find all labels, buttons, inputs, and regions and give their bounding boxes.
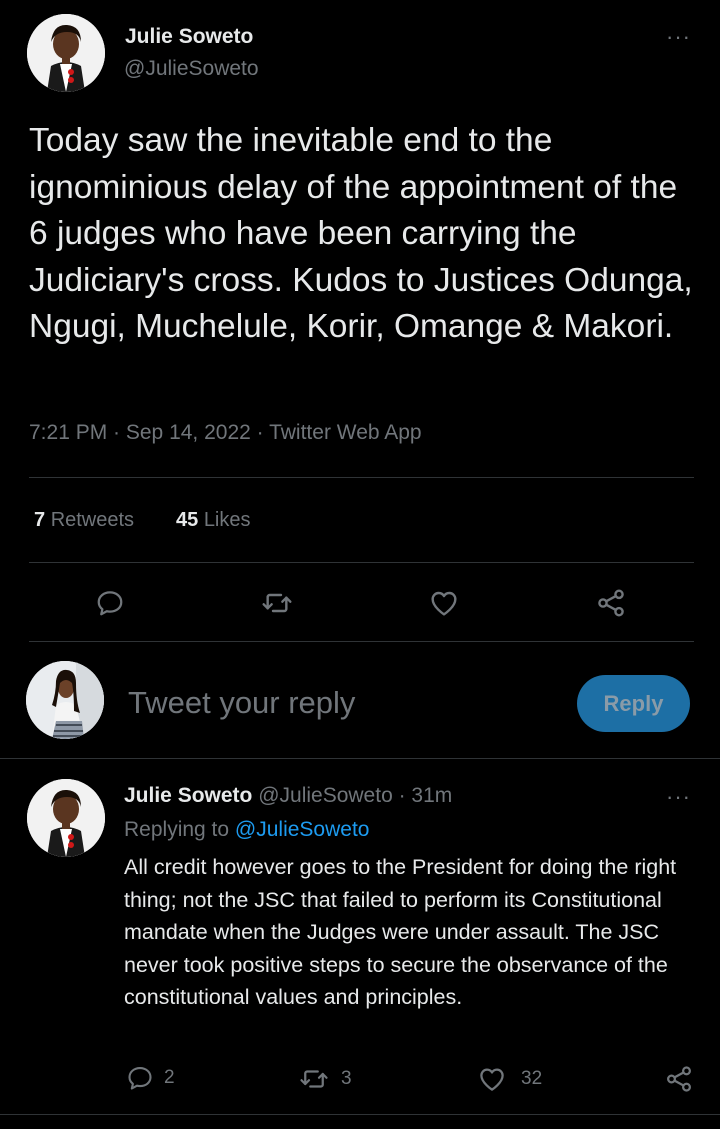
divider [29,562,694,563]
retweet-icon [300,1070,328,1088]
divider [0,758,720,759]
reply-author-name[interactable]: Julie Soweto [124,784,252,807]
more-options-icon[interactable]: ··· [666,26,691,48]
author-photo [27,14,105,92]
retweets-count: 7 [34,509,46,531]
user-avatar[interactable] [26,661,104,739]
reply-time[interactable]: · 31m [399,784,453,807]
share-icon[interactable] [593,585,629,621]
reply-author-handle[interactable]: @JulieSoweto [258,784,393,807]
author-avatar[interactable] [27,14,105,92]
reply-more-options-icon[interactable]: ··· [666,786,691,808]
reply-text: All credit however goes to the President… [124,855,677,1009]
like-icon [480,1068,504,1091]
author-name[interactable]: Julie Soweto [125,25,253,49]
divider [29,641,694,642]
reply-author-avatar[interactable] [27,779,105,857]
tweet-timestamp[interactable]: 7:21 PM · Sep 14, 2022 · Twitter Web App [29,421,422,445]
user-photo [26,661,104,739]
divider [0,1114,720,1115]
divider [29,477,694,478]
reply-input[interactable] [128,681,558,725]
like-count: 32 [521,1068,543,1089]
retweets-stat[interactable]: 7 Retweets [34,509,134,532]
like-icon[interactable] [426,585,462,621]
replying-to-link[interactable]: @JulieSoweto [235,818,370,841]
retweet-icon[interactable] [259,585,295,621]
reply-icon[interactable] [92,585,128,621]
author-handle[interactable]: @JulieSoweto [124,57,259,81]
reply-reply-action[interactable]: 2 [126,1064,175,1092]
replying-to-prefix: Replying to [124,818,230,841]
likes-stat[interactable]: 45 Likes [176,509,251,532]
reply-like-action[interactable]: 32 [477,1064,542,1094]
reply-count: 2 [164,1067,175,1088]
reply-button[interactable]: Reply [577,675,690,732]
reply-share-icon[interactable] [664,1064,694,1094]
reply-author-photo [27,779,105,857]
reply-icon [128,1067,152,1090]
tweet-text: Today saw the inevitable end to the igno… [29,122,693,345]
likes-count: 45 [176,509,199,531]
retweets-label: Retweets [50,509,135,531]
likes-label: Likes [203,509,251,531]
retweet-count: 3 [341,1068,352,1089]
replying-to: Replying to @JulieSoweto [124,818,369,842]
reply-header: Julie Soweto @JulieSoweto · 31m [124,784,452,808]
reply-retweet-action[interactable]: 3 [299,1064,352,1094]
